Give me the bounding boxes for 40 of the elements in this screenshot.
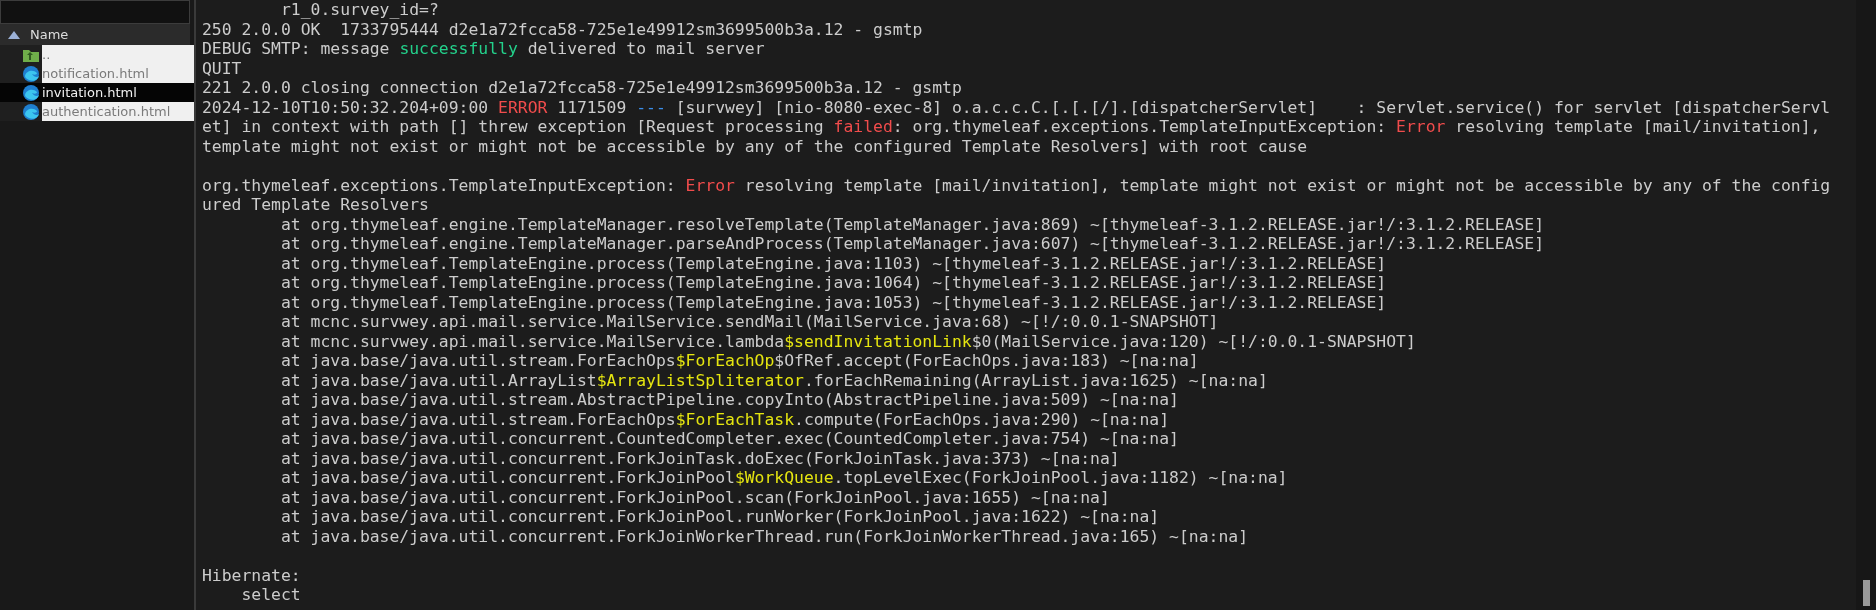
log-line: et] in context with path [] threw exception [Request processing failed: org.thymeleaf.exceptions.TemplateInputException: Error resolving template [mail/invitation], bbox=[202, 117, 1821, 137]
file-row[interactable]: invitation.html bbox=[0, 83, 194, 102]
log-line: at org.thymeleaf.engine.TemplateManager.parseAndProcess(TemplateManager.java:607) ~[thymeleaf-3.1.2.RELEASE.jar!/:3.1.2.RELEASE] bbox=[279, 234, 1545, 254]
file-row[interactable]: .. bbox=[0, 45, 194, 64]
log-line: 221 2.0.0 closing connection d2e1a72fcca58-725e1e49912sm3699500b3a.12 - gsmtp bbox=[202, 78, 962, 98]
log-line: at java.base/java.util.concurrent.CountedCompleter.exec(CountedCompleter.java:754) ~[na:na] bbox=[279, 429, 1179, 449]
log-line: at java.base/java.util.concurrent.ForkJoinPool.scan(ForkJoinPool.java:1655) ~[na:na] bbox=[279, 487, 1110, 507]
log-line: select bbox=[240, 585, 301, 605]
log-line: at mcnc.survwey.api.mail.service.MailService.sendMail(MailService.java:68) ~[!/:0.0.1-SNAPSHOT] bbox=[279, 312, 1219, 332]
html-file-icon bbox=[22, 102, 40, 121]
log-line: at java.base/java.util.concurrent.ForkJoinPool$WorkQueue.topLevelExec(ForkJoinPool.java:1182) ~[na:na] bbox=[279, 468, 1288, 488]
log-line: at org.thymeleaf.TemplateEngine.process(TemplateEngine.java:1053) ~[thymeleaf-3.1.2.RELEASE.jar!/:3.1.2.RELEASE] bbox=[279, 292, 1387, 312]
column-header[interactable]: Name bbox=[0, 24, 190, 45]
log-line: Hibernate: bbox=[202, 565, 301, 585]
log-line: DEBUG SMTP: message successfully delivered to mail server bbox=[202, 39, 765, 59]
log-line: QUIT bbox=[202, 58, 242, 78]
log-line: at java.base/java.util.stream.ForEachOps$ForEachTask.compute(ForEachOps.java:290) ~[na:na] bbox=[279, 409, 1170, 429]
log-line: at java.base/java.util.stream.AbstractPipeline.copyInto(AbstractPipeline.java:509) ~[na:na] bbox=[279, 390, 1179, 410]
log-line: at java.base/java.util.concurrent.ForkJoinWorkerThread.run(ForkJoinWorkerThread.java:165) ~[na:na] bbox=[279, 526, 1248, 546]
log-line: 2024-12-10T10:50:32.204+09:00 ERROR 1171509 --- [survwey] [nio-8080-exec-8] o.a.c.c.C.[.[.[/].[dispatcherServlet] : Servlet.service() for servlet [dispatcherServl bbox=[202, 97, 1831, 117]
html-file-icon bbox=[22, 83, 40, 102]
file-row[interactable]: notification.html bbox=[0, 64, 194, 83]
log-line: at mcnc.survwey.api.mail.service.MailService.lambda$sendInvitationLink$0(MailService.java:120) ~[!/:0.0.1-SNAPSHOT] bbox=[279, 331, 1416, 351]
log-line: at org.thymeleaf.engine.TemplateManager.resolveTemplate(TemplateManager.java:869) ~[thymeleaf-3.1.2.RELEASE.jar!/:3.1.2.RELEASE] bbox=[279, 214, 1545, 234]
log-line: at java.base/java.util.concurrent.ForkJoinPool.runWorker(ForkJoinPool.java:1622) ~[na:na] bbox=[279, 507, 1160, 527]
address-field[interactable] bbox=[0, 0, 190, 24]
scrollbar[interactable] bbox=[1856, 0, 1876, 610]
file-row[interactable]: authentication.html bbox=[0, 102, 194, 121]
log-line: at java.base/java.util.concurrent.ForkJoinTask.doExec(ForkJoinTask.java:373) ~[na:na] bbox=[279, 448, 1120, 468]
log-line: 250 2.0.0 OK 1733795444 d2e1a72fcca58-725e1e49912sm3699500b3a.12 - gsmtp bbox=[202, 19, 923, 39]
scrollbar-thumb[interactable] bbox=[1862, 580, 1870, 606]
log-line: at org.thymeleaf.TemplateEngine.process(TemplateEngine.java:1103) ~[thymeleaf-3.1.2.RELEASE.jar!/:3.1.2.RELEASE] bbox=[279, 253, 1387, 273]
log-line: at java.base/java.util.ArrayList$ArrayListSpliterator.forEachRemaining(ArrayList.java:1625) ~[na:na] bbox=[279, 370, 1268, 390]
log-line: at org.thymeleaf.TemplateEngine.process(TemplateEngine.java:1064) ~[thymeleaf-3.1.2.RELEASE.jar!/:3.1.2.RELEASE] bbox=[279, 273, 1387, 293]
log-line: ured Template Resolvers bbox=[202, 195, 429, 215]
log-line: at java.base/java.util.stream.ForEachOps$ForEachOp$OfRef.accept(ForEachOps.java:183) ~[na:na] bbox=[279, 351, 1199, 371]
html-file-icon bbox=[22, 64, 40, 83]
log-line: r1_0.survey_id=? bbox=[279, 0, 439, 20]
log-line: org.thymeleaf.exceptions.TemplateInputException: Error resolving template [mail/invitation], template might not exist or might not be accessible by any of the config bbox=[202, 175, 1831, 195]
log-line: template might not exist or might not be accessible by any of the configured Template Resolvers] with root cause bbox=[202, 136, 1308, 156]
